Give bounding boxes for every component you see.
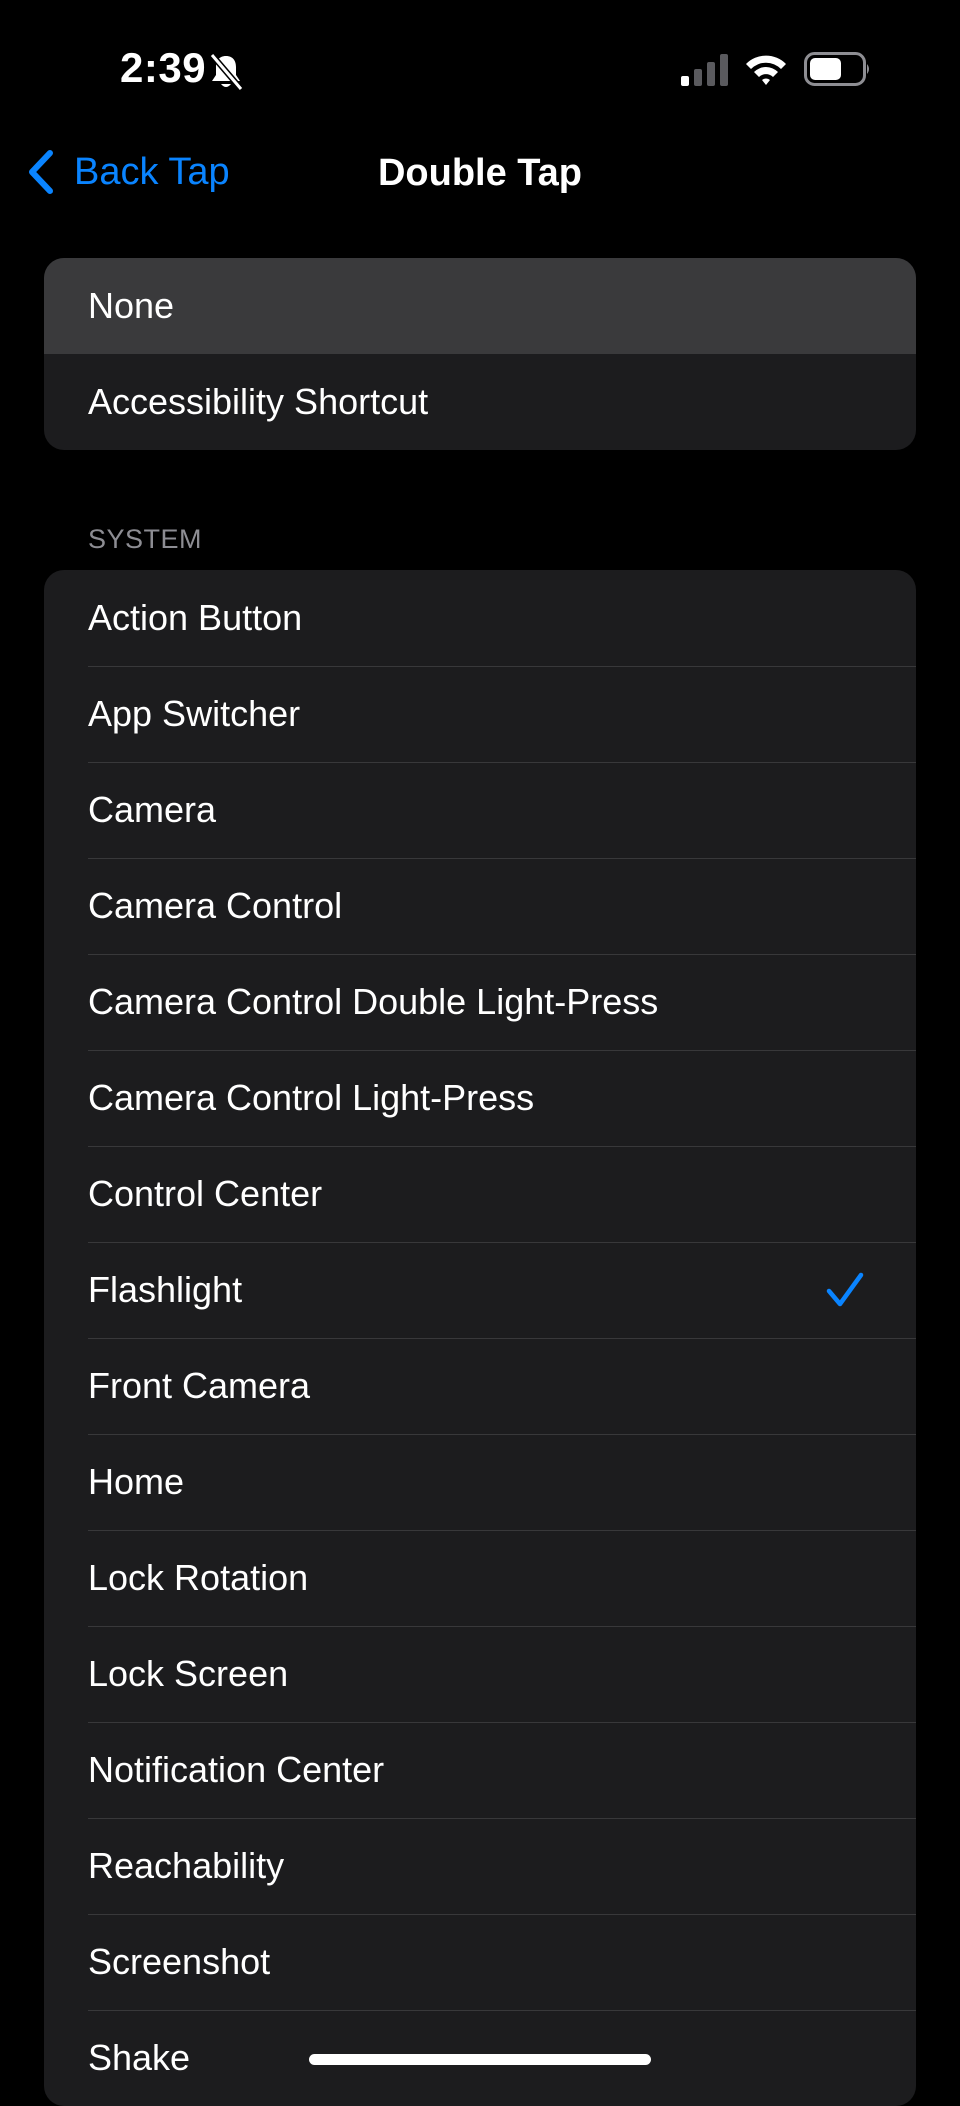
option-label: Control Center — [88, 1173, 323, 1214]
option-camera-control-light-press[interactable]: Camera Control Light-Press — [44, 1050, 916, 1146]
option-label: Front Camera — [88, 1365, 311, 1406]
option-label: Camera Control Light-Press — [88, 1077, 535, 1118]
navigation-bar: Back Tap Double Tap — [0, 130, 960, 212]
option-label: Shake — [88, 2037, 191, 2078]
option-label: Home — [88, 1461, 185, 1502]
section-header-system: SYSTEM — [88, 524, 203, 554]
option-label: App Switcher — [88, 693, 301, 734]
system-options-group: Action Button App Switcher Camera Camera… — [44, 570, 916, 2106]
option-reachability[interactable]: Reachability — [44, 1818, 916, 1914]
checkmark-icon — [826, 1272, 864, 1307]
status-time: 2:39 — [120, 44, 207, 91]
option-label: Notification Center — [88, 1749, 385, 1790]
option-lock-rotation[interactable]: Lock Rotation — [44, 1530, 916, 1626]
option-label: Lock Screen — [88, 1653, 289, 1694]
option-action-button[interactable]: Action Button — [44, 570, 916, 666]
option-label: Flashlight — [88, 1269, 243, 1310]
option-label: None — [88, 285, 175, 326]
option-lock-screen[interactable]: Lock Screen — [44, 1626, 916, 1722]
option-notification-center[interactable]: Notification Center — [44, 1722, 916, 1818]
option-label: Screenshot — [88, 1941, 271, 1982]
battery-icon — [804, 52, 869, 86]
option-camera[interactable]: Camera — [44, 762, 916, 858]
option-label: Camera — [88, 789, 217, 830]
option-app-switcher[interactable]: App Switcher — [44, 666, 916, 762]
option-screenshot[interactable]: Screenshot — [44, 1914, 916, 2010]
top-options-group: None Accessibility Shortcut — [44, 258, 916, 450]
option-accessibility-shortcut[interactable]: Accessibility Shortcut — [44, 354, 916, 450]
option-label: Accessibility Shortcut — [88, 381, 429, 422]
option-label: Lock Rotation — [88, 1557, 309, 1598]
option-camera-control[interactable]: Camera Control — [44, 858, 916, 954]
option-home[interactable]: Home — [44, 1434, 916, 1530]
option-label: Camera Control — [88, 885, 343, 926]
home-indicator[interactable] — [309, 2054, 651, 2065]
option-none[interactable]: None — [44, 258, 916, 354]
option-flashlight[interactable]: Flashlight — [44, 1242, 916, 1338]
cellular-signal-icon — [681, 54, 728, 86]
option-label: Camera Control Double Light-Press — [88, 981, 659, 1022]
bell-slash-icon — [209, 53, 244, 91]
option-camera-control-double-light-press[interactable]: Camera Control Double Light-Press — [44, 954, 916, 1050]
page-title: Double Tap — [377, 152, 583, 194]
wifi-icon — [746, 55, 786, 85]
status-bar: 2:39 — [0, 0, 960, 130]
option-control-center[interactable]: Control Center — [44, 1146, 916, 1242]
option-front-camera[interactable]: Front Camera — [44, 1338, 916, 1434]
option-label: Action Button — [88, 597, 303, 638]
option-label: Reachability — [88, 1845, 285, 1886]
